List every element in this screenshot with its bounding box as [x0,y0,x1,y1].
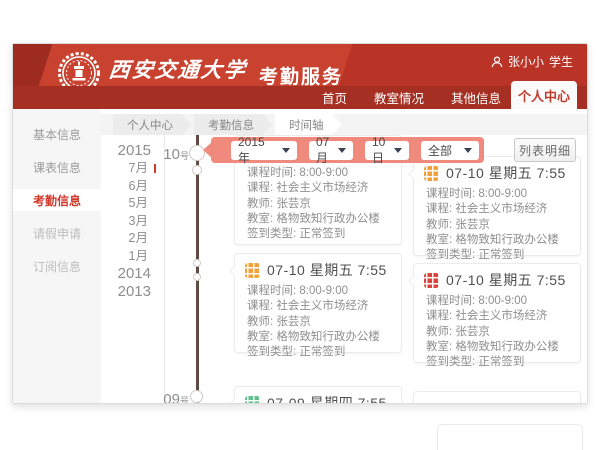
card-date: 07-10 星期五 7:55 [446,270,566,290]
app-title: 考勤服务 [259,62,343,89]
timeline-year-month-list: 2015 7月 6月 5月 3月 2月 1月 2014 2013 [95,142,151,301]
day-label-09: 09号 [153,391,189,404]
calendar-status-icon [424,166,439,181]
sidebar-item-schedule-info[interactable]: 课表信息 [13,156,101,178]
timeline-month[interactable]: 5月 [129,195,151,213]
sidebar: 基本信息 课表信息 考勤信息 请假申请 订阅信息 [13,109,101,403]
timeline-year[interactable]: 2014 [118,265,151,283]
nav-item-classrooms[interactable]: 教室情况 [374,88,424,107]
app-window: 西安交通大学 XI'AN JIAO TONG UNIVERSITY 考勤服务 张… [12,43,588,404]
day-label-10: 10号 [153,146,189,163]
attendance-card[interactable]: 07-10 星期五 7:55 课程时间: 8:00-9:00 课程: 社会主义市… [234,253,402,353]
day-select[interactable]: 10日 [365,141,409,160]
timeline-month[interactable]: 6月 [129,178,151,196]
breadcrumb: 个人中心 考勤信息 时间轴 [101,114,587,135]
calendar-status-icon [245,263,260,278]
timeline-node [192,165,202,175]
card-field: 教师: 张芸京 [424,325,570,340]
timeline-month[interactable]: 3月 [129,213,151,231]
timeline-year[interactable]: 2013 [118,283,151,301]
calendar-status-icon [424,273,439,288]
university-name-cn: 西安交通大学 [107,54,248,84]
current-month-marker [154,164,156,173]
timeline-node [193,273,201,281]
page: 西安交通大学 XI'AN JIAO TONG UNIVERSITY 考勤服务 张… [0,0,600,450]
card-field: 教室: 格物致知行政办公楼 [245,330,391,345]
year-select[interactable]: 2015年 [231,141,297,160]
user-icon [491,56,503,68]
list-detail-button[interactable]: 列表明细 [514,138,576,162]
card-field: 教室: 格物致知行政办公楼 [245,212,391,227]
timeline-year[interactable]: 2015 [118,142,151,160]
day-select-value: 10日 [372,135,388,166]
card-field: 签到类型: 正常签到 [245,345,391,360]
divider [164,135,165,403]
card-field: 教师: 张芸京 [245,197,391,212]
month-select-value: 07月 [316,135,332,166]
calendar-status-icon [245,396,260,405]
card-field: 教室: 格物致知行政办公楼 [424,340,570,355]
attendance-card[interactable]: 07-09 星期四 7:55 [234,386,402,404]
attendance-card[interactable]: 07-10 星期五 7:55 课程时间: 8:00-9:00 课程: 社会主义市… [413,263,581,363]
card-field: 教室: 格物致知行政办公楼 [424,233,570,248]
card-field: 课程时间: 8:00-9:00 [245,166,391,181]
card-field: 课程: 社会主义市场经济 [424,202,570,217]
sidebar-item-subscription-info[interactable]: 订阅信息 [13,255,101,277]
card-date: 07-10 星期五 7:55 [267,260,387,280]
card-field: 签到类型: 正常签到 [245,227,391,242]
nav-item-home[interactable]: 首页 [322,88,347,107]
breadcrumb-attendance-info[interactable]: 考勤信息 [194,114,272,135]
card-pointer [229,265,240,276]
card-field: 课程: 社会主义市场经济 [245,181,391,196]
cutoff-card-edge [437,424,583,450]
sidebar-item-attendance-info[interactable]: 考勤信息 [13,189,101,211]
card-field: 课程时间: 8:00-9:00 [424,187,570,202]
app-header: 西安交通大学 XI'AN JIAO TONG UNIVERSITY 考勤服务 张… [13,44,587,109]
chevron-down-icon [338,148,346,153]
type-select[interactable]: 全部 [421,141,479,160]
card-pointer [229,398,240,404]
card-pointer [408,168,419,179]
sidebar-item-leave-request[interactable]: 请假申请 [13,222,101,244]
nav-item-other-info[interactable]: 其他信息 [451,88,501,107]
card-field: 签到类型: 正常签到 [424,248,570,263]
timeline-month[interactable]: 7月 [129,160,151,178]
filter-bar: 2015年 07月 10日 全部 [211,137,484,163]
user-info[interactable]: 张小小 学生 [491,53,573,70]
timeline-month[interactable]: 2月 [129,230,151,248]
breadcrumb-personal-center[interactable]: 个人中心 [113,114,191,135]
card-pointer [408,275,419,286]
timeline-axis [196,135,199,403]
card-field: 课程时间: 8:00-9:00 [424,294,570,309]
user-role: 学生 [549,53,573,70]
attendance-card[interactable] [413,391,581,404]
card-date: 07-09 星期四 7:55 [267,393,387,404]
attendance-card[interactable]: 07-10 星期五 7:55 课程时间: 8:00-9:00 课程: 社会主义市… [413,156,581,256]
timeline-node[interactable] [190,390,203,403]
chevron-down-icon [464,148,472,153]
type-select-value: 全部 [428,142,452,159]
filter-bar-pointer [203,142,212,158]
chevron-down-icon [282,148,290,153]
sidebar-item-basic-info[interactable]: 基本信息 [13,123,101,145]
chevron-down-icon [394,148,402,153]
card-field: 教师: 张芸京 [424,218,570,233]
breadcrumb-timeline[interactable]: 时间轴 [275,114,342,135]
timeline-month[interactable]: 1月 [129,248,151,266]
month-select[interactable]: 07月 [309,141,353,160]
nav-item-personal-center[interactable]: 个人中心 [511,81,577,109]
card-field: 课程: 社会主义市场经济 [424,309,570,324]
card-field: 教师: 张芸京 [245,315,391,330]
card-field: 课程时间: 8:00-9:00 [245,284,391,299]
timeline-node [193,259,201,267]
card-date: 07-10 星期五 7:55 [446,163,566,183]
nav-links: 首页 教室情况 其他信息 [322,86,501,109]
card-field: 课程: 社会主义市场经济 [245,299,391,314]
card-field: 签到类型: 正常签到 [424,355,570,370]
user-name: 张小小 [508,53,544,70]
year-select-value: 2015年 [238,135,276,166]
